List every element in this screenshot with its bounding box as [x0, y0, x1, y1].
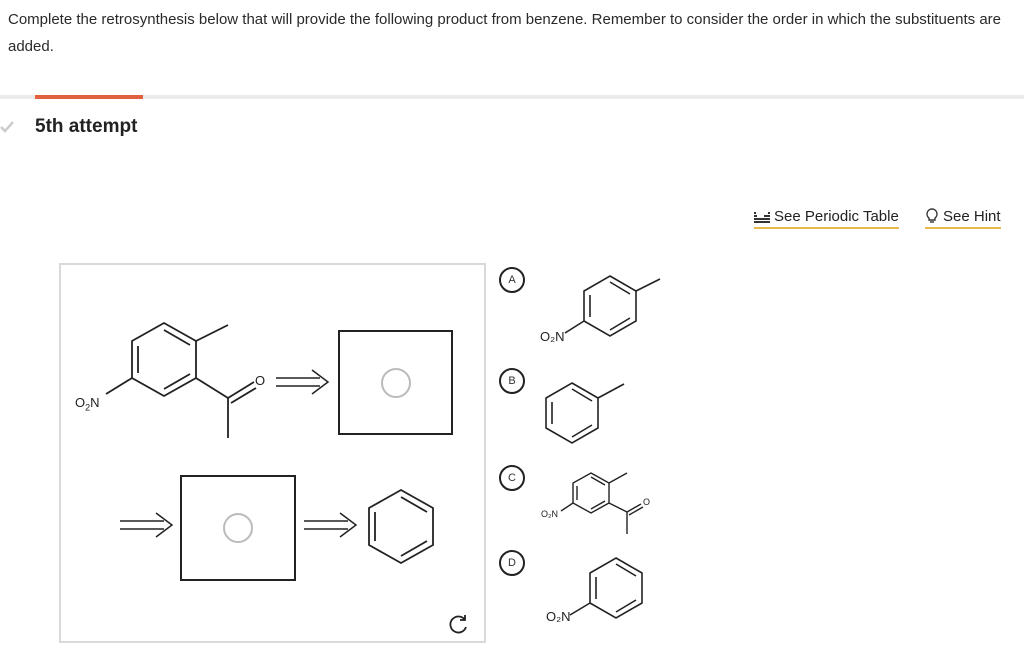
answer-slot-1[interactable] [338, 330, 453, 435]
choice-d-button[interactable]: D [499, 550, 525, 576]
answer-slot-2[interactable] [180, 475, 296, 581]
empty-slot-icon [381, 368, 411, 398]
retro-arrow [304, 512, 358, 538]
choice-b-button[interactable]: B [499, 368, 525, 394]
choice-c-structure [560, 472, 644, 534]
benzene-structure [368, 488, 434, 565]
retro-arrow [120, 512, 174, 538]
choice-a-button[interactable]: A [499, 267, 525, 293]
choice-c-button[interactable]: C [499, 465, 525, 491]
choice-c-nitro-label: O₂N [541, 509, 558, 519]
choice-d-structure [569, 557, 643, 619]
nitro-label: O2N [75, 395, 100, 413]
target-product-structure [105, 321, 257, 438]
carbonyl-oxygen-label: O [255, 373, 266, 388]
choice-c-carbonyl-oxygen-label: O [643, 497, 651, 507]
choice-d-nitro-label: O₂N [546, 609, 571, 624]
choice-a-structure [564, 275, 661, 337]
retro-arrow [276, 369, 330, 395]
empty-slot-icon [223, 513, 253, 543]
choice-b-structure [545, 382, 625, 444]
reset-icon[interactable] [447, 612, 471, 636]
choice-a-nitro-label: O₂N [540, 329, 565, 344]
